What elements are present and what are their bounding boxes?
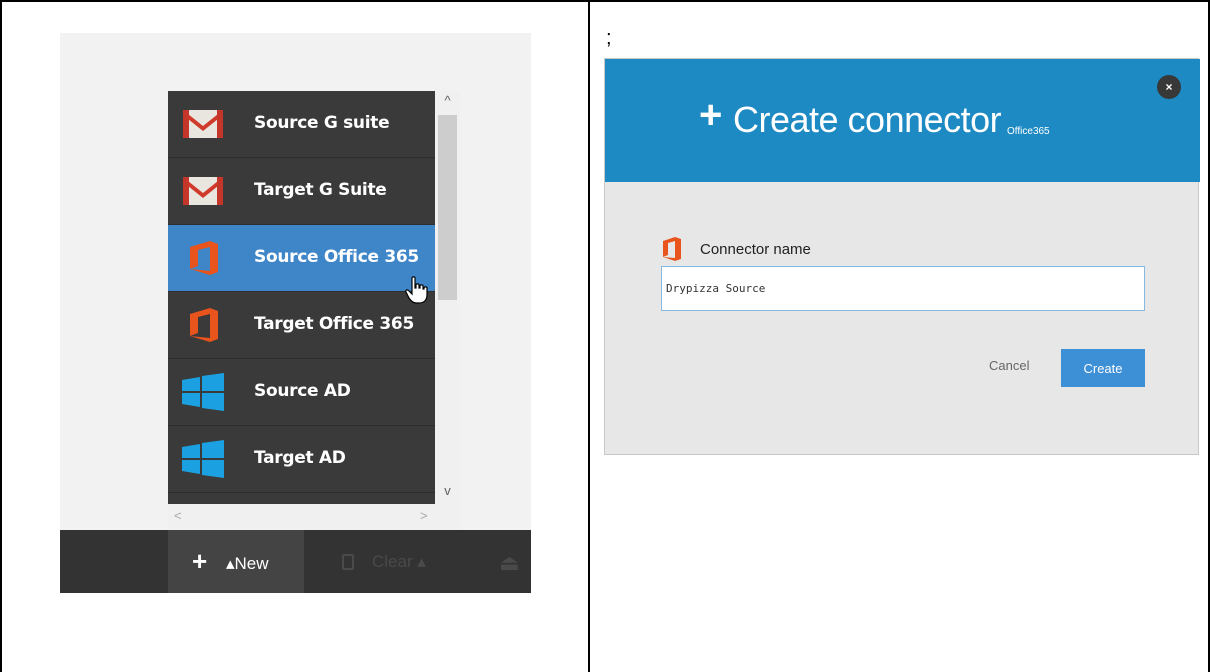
frame-middle-border [588,0,590,672]
cancel-button[interactable]: Cancel [989,358,1029,373]
menu-item-label: Target AD [254,448,346,468]
new-button[interactable]: + ▴New [168,530,304,593]
new-button-label: ▴New [226,554,269,573]
windows-icon [182,373,224,411]
menu-item-target-office-365[interactable]: Target Office 365 [168,292,435,359]
dialog-subtitle: Office365 [1007,126,1050,137]
connector-name-label: Connector name [700,241,811,258]
plus-icon: + [699,93,723,137]
clear-button[interactable]: Clear ▴ [372,552,426,572]
scrollbar-thumb[interactable] [438,115,457,300]
menu-item-label: Target Office 365 [254,314,414,334]
scroll-right-arrow[interactable]: > [420,508,428,523]
new-connector-menu-panel: Source G suite Target G Suite Source Off… [60,33,531,593]
create-connector-dialog: + Create connector Office365 × Connector… [604,58,1200,455]
separator-text: ; [606,27,612,49]
plus-icon: + [192,546,208,576]
dialog-header: + Create connector Office365 × [605,59,1200,182]
menu-item-target-ad[interactable]: Target AD [168,426,435,493]
connector-type-list: Source G suite Target G Suite Source Off… [168,91,435,504]
menu-item-label: Source AD [254,381,351,401]
scroll-down-arrow[interactable]: v [435,483,460,498]
menu-item-target-g-suite[interactable]: Target G Suite [168,158,435,225]
trash-icon [342,554,354,570]
bottom-toolbar: + ▴New Clear ▴ ⏏ [60,530,531,593]
menu-item-label: Source G suite [254,113,390,133]
hand-cursor-icon [405,276,428,304]
office365-icon [190,308,218,342]
scroll-left-arrow[interactable]: < [174,508,182,523]
connector-name-input[interactable] [661,266,1145,311]
office365-icon [190,241,218,275]
vertical-scrollbar[interactable]: ^ v [435,91,460,504]
frame-left-border [0,0,2,672]
menu-item-source-ad[interactable]: Source AD [168,359,435,426]
scroll-up-arrow[interactable]: ^ [435,93,460,108]
gmail-icon [183,110,223,138]
gmail-icon [183,177,223,205]
horizontal-scrollbar[interactable]: < > [168,504,460,530]
frame-top-border [0,0,1210,2]
dialog-title: Create connector [733,99,1002,140]
windows-icon [182,440,224,478]
close-button[interactable]: × [1157,75,1181,99]
menu-item-source-office-365[interactable]: Source Office 365 [168,225,435,292]
menu-item-label: Source Office 365 [254,247,419,267]
office365-icon [663,237,681,261]
menu-item-source-g-suite[interactable]: Source G suite [168,91,435,158]
create-button[interactable]: Create [1061,349,1145,387]
export-icon[interactable]: ⏏ [499,550,520,576]
menu-item-label: Target G Suite [254,180,387,200]
